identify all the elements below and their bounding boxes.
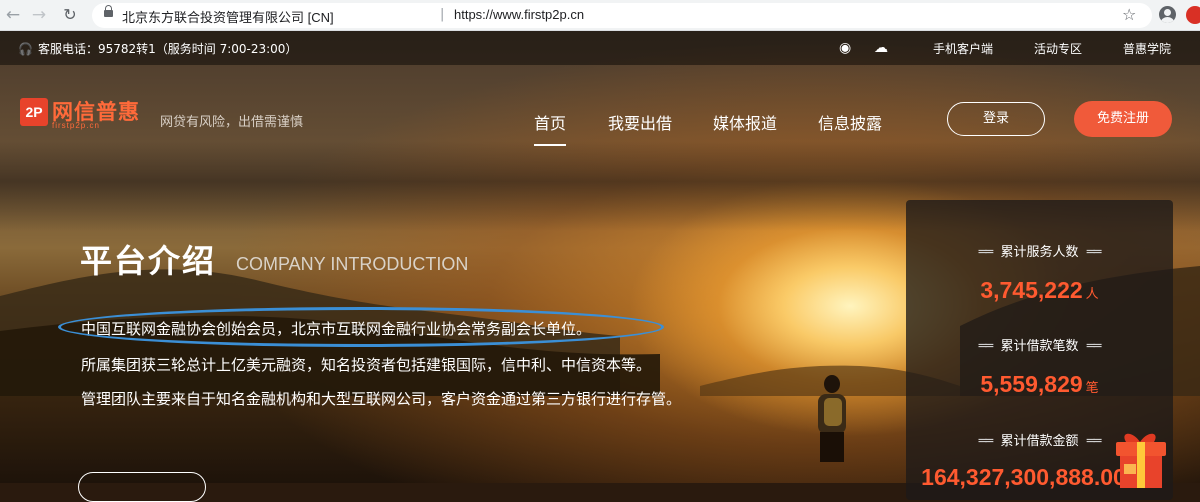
stat-label-users: ══ 累计服务人数 ══ <box>906 241 1173 260</box>
browser-toolbar: ← → ↻ 北京东方联合投资管理有限公司 [CN] | https://www.… <box>0 0 1200 31</box>
stat-divider-icon: ══ <box>1086 245 1102 260</box>
stat-divider-icon: ══ <box>978 434 994 449</box>
intro-subtitle: COMPANY INTRODUCTION <box>236 254 469 274</box>
highlight-annotation <box>58 307 664 347</box>
gift-box-icon[interactable] <box>1110 428 1172 488</box>
stat-number: 5,559,829 <box>980 371 1083 397</box>
headphone-icon: 🎧 <box>18 42 33 56</box>
service-phone-text: 客服电话：95782转1（服务时间 7:00-23:00） <box>37 42 298 56</box>
forward-arrow-icon[interactable]: → <box>28 4 50 26</box>
nav-lend[interactable]: 我要出借 <box>608 110 672 134</box>
stat-divider-icon: ══ <box>1086 434 1102 449</box>
stat-label-loans-text: 累计借款笔数 <box>1000 339 1079 354</box>
stat-value-loans: 5,559,829 笔 <box>906 371 1173 398</box>
nav-media[interactable]: 媒体报道 <box>713 110 777 134</box>
stat-value-users: 3,745,222 人 <box>906 277 1173 304</box>
reload-icon[interactable]: ↻ <box>59 4 81 26</box>
nav-disclosure[interactable]: 信息披露 <box>818 110 882 134</box>
intro-line-3: 管理团队主要来自于知名金融机构和大型互联网公司，客户资金通过第三方银行进行存管。 <box>81 390 682 408</box>
back-arrow-icon[interactable]: ← <box>2 4 24 26</box>
logo-mark[interactable]: 2P <box>20 98 48 126</box>
stat-divider-icon: ══ <box>978 339 994 354</box>
site-organization: 北京东方联合投资管理有限公司 [CN] <box>122 10 334 25</box>
intro-line-2: 所属集团获三轮总计上亿美元融资，知名投资者包括建银国际，信中利、中信资本等。 <box>81 356 652 374</box>
intro-title: 平台介绍 <box>80 242 217 280</box>
service-phone: 🎧 客服电话：95782转1（服务时间 7:00-23:00） <box>18 40 297 57</box>
stat-label-loans: ══ 累计借款笔数 ══ <box>906 335 1173 354</box>
stat-divider-icon: ══ <box>1086 339 1102 354</box>
address-separator: | <box>440 7 445 22</box>
risk-slogan: 网贷有风险，出借需谨慎 <box>160 115 304 130</box>
toplink-mobile-client[interactable]: 手机客户端 <box>933 40 993 57</box>
stat-unit: 笔 <box>1085 380 1099 395</box>
nav-home[interactable]: 首页 <box>534 110 567 146</box>
stat-label-users-text: 累计服务人数 <box>1000 245 1079 260</box>
top-info-bar: 🎧 客服电话：95782转1（服务时间 7:00-23:00） ◉ ☁ 手机客户端… <box>0 31 1200 65</box>
bookmark-star-icon[interactable]: ☆ <box>1122 5 1136 24</box>
stat-divider-icon: ══ <box>978 245 994 260</box>
weibo-icon[interactable]: ◉ <box>839 40 851 56</box>
toplink-academy[interactable]: 普惠学院 <box>1123 40 1171 57</box>
hiker-figure <box>818 375 846 462</box>
address-bar[interactable]: 北京东方联合投资管理有限公司 [CN] | https://www.firstp… <box>92 3 1152 28</box>
stat-number: 3,745,222 <box>980 277 1083 303</box>
logo-domain: firstp2p.cn <box>52 121 100 130</box>
stat-label-amount-text: 累计借款金额 <box>1000 434 1079 449</box>
wechat-icon[interactable]: ☁ <box>874 40 888 56</box>
profile-avatar-icon[interactable] <box>1159 6 1176 23</box>
stat-number: 164,327,300,888.00 <box>921 464 1126 490</box>
login-button[interactable]: 登录 <box>947 102 1045 136</box>
url-text[interactable]: https://www.firstp2p.cn <box>454 7 584 22</box>
stat-unit: 人 <box>1085 286 1099 301</box>
lock-icon[interactable] <box>104 5 113 17</box>
register-button[interactable]: 免费注册 <box>1074 101 1172 137</box>
toplink-activities[interactable]: 活动专区 <box>1034 40 1082 57</box>
extension-icon[interactable] <box>1186 6 1200 24</box>
learn-more-button[interactable] <box>78 472 206 502</box>
